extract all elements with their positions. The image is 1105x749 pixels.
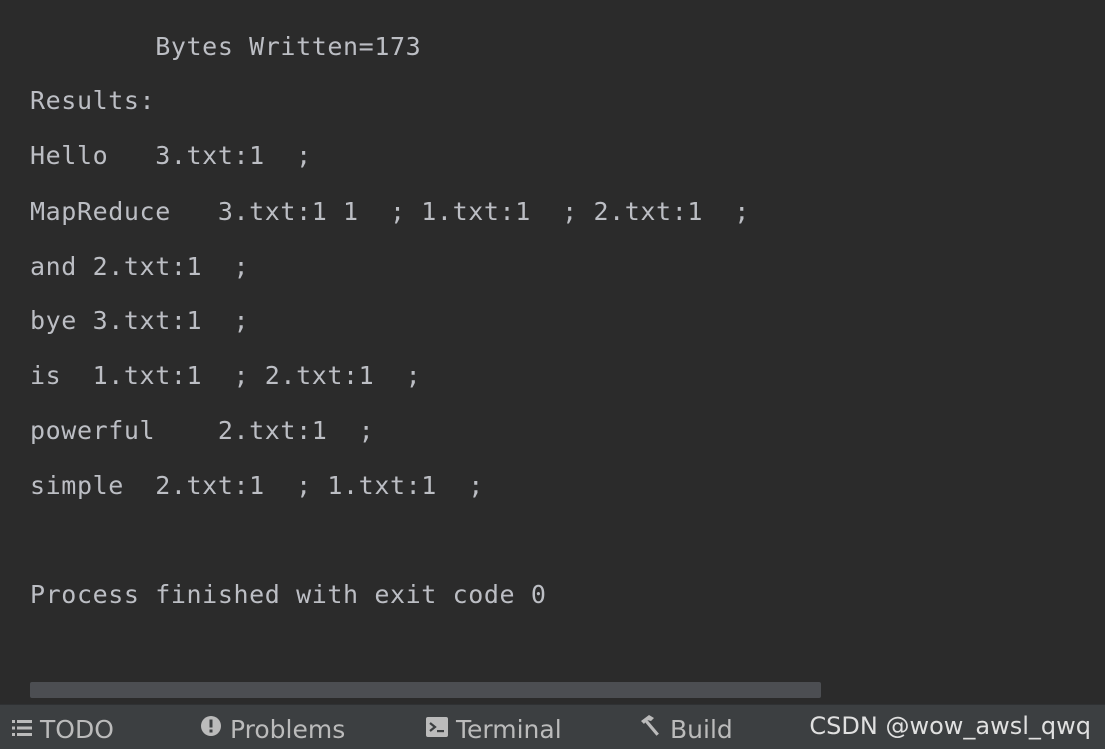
problems-tab-label: Problems (230, 715, 346, 744)
problems-tab[interactable]: Problems (200, 705, 345, 749)
console-line: Results: (30, 86, 156, 115)
alert-circle-icon (200, 704, 222, 749)
build-tab-label: Build (670, 715, 733, 744)
terminal-tab-label: Terminal (456, 715, 562, 744)
todo-tab[interactable]: TODO (12, 705, 114, 749)
horizontal-scrollbar[interactable] (30, 682, 821, 698)
bottom-tool-window-bar: TODO Problems Terminal Build CSDN @wow_a… (0, 704, 1105, 749)
terminal-icon (426, 704, 448, 749)
watermark: CSDN @wow_awsl_qwq (809, 712, 1091, 740)
console-line-exit-code: Process finished with exit code 0 (30, 580, 547, 609)
build-tab[interactable]: Build (638, 705, 733, 749)
console-line: is 1.txt:1 ; 2.txt:1 ; (30, 361, 422, 390)
hammer-icon (638, 704, 662, 749)
console-output[interactable]: Bytes Written=173 Results: Hello 3.txt:1… (0, 0, 1105, 674)
console-line: simple 2.txt:1 ; 1.txt:1 ; (30, 471, 484, 500)
console-line: powerful 2.txt:1 ; (30, 416, 375, 445)
list-icon (12, 704, 32, 749)
console-line: bye 3.txt:1 ; (30, 306, 250, 335)
console-line: MapReduce 3.txt:1 1 ; 1.txt:1 ; 2.txt:1 … (30, 197, 750, 226)
run-tool-window: Bytes Written=173 Results: Hello 3.txt:1… (0, 0, 1105, 749)
terminal-tab[interactable]: Terminal (426, 705, 562, 749)
console-line: and 2.txt:1 ; (30, 252, 250, 281)
console-line: Hello 3.txt:1 ; (30, 141, 312, 170)
todo-tab-label: TODO (40, 715, 114, 744)
console-line: Bytes Written=173 (30, 32, 422, 61)
